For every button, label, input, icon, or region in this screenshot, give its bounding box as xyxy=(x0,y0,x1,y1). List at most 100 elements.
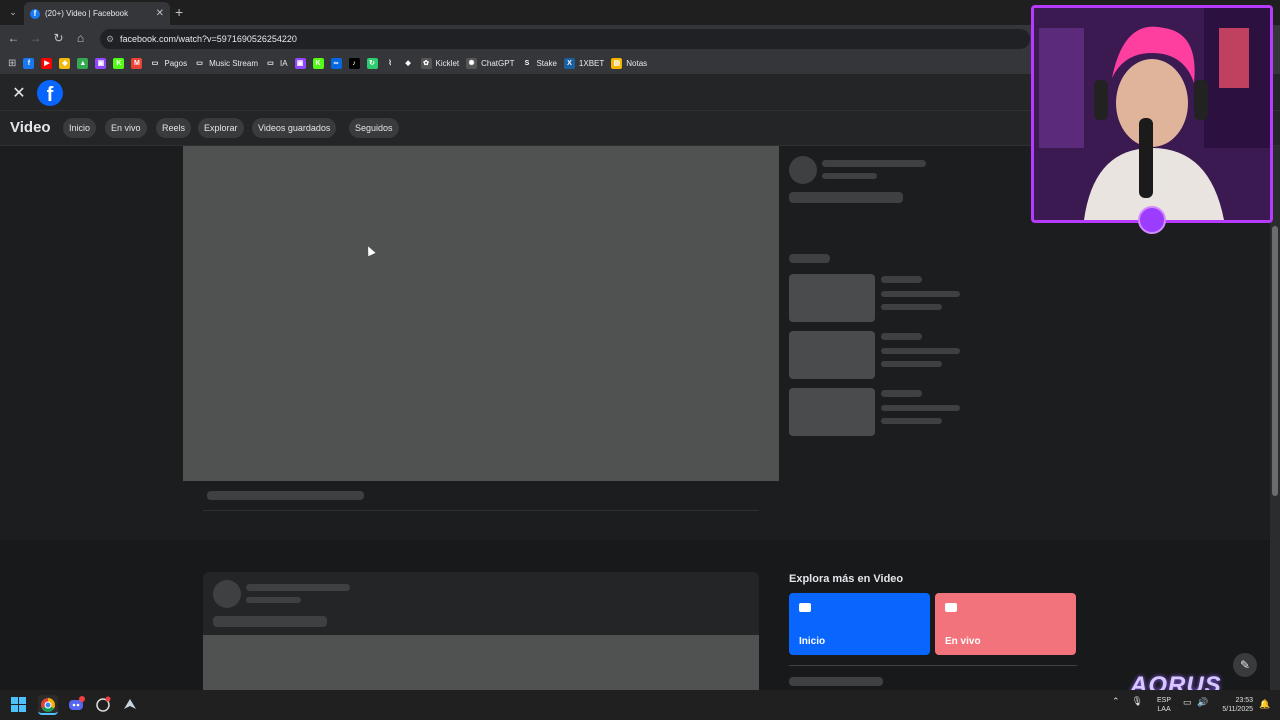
bookmark-item[interactable]: ◆ xyxy=(402,57,414,69)
bookmark-item[interactable]: ↻ xyxy=(366,57,378,69)
post-media xyxy=(203,635,759,690)
network-icon[interactable]: ▭ xyxy=(1183,697,1192,708)
bookmark-item[interactable]: ▣ xyxy=(294,57,306,69)
facebook-logo-icon[interactable]: f xyxy=(37,80,63,106)
bookmark-chatgpt[interactable]: ✺ ChatGPT xyxy=(466,57,514,69)
notification-bell-icon[interactable]: 🔔 xyxy=(1259,699,1270,710)
clock-date: 5/11/2025 xyxy=(1222,706,1253,713)
language-code: ESP xyxy=(1157,697,1172,704)
volume-icon[interactable]: 🔊 xyxy=(1197,697,1208,708)
binance-icon: ◆ xyxy=(59,57,71,69)
facebook-icon: f xyxy=(23,57,35,69)
bookmark-item[interactable]: ∞ xyxy=(330,57,342,69)
card-label: Inicio xyxy=(799,636,826,647)
bookmark-label: Music Stream xyxy=(209,58,258,68)
skeleton-line xyxy=(789,677,883,686)
drive-icon: ▲ xyxy=(77,57,89,69)
address-bar[interactable]: ⚙ facebook.com/watch?v=5971690526254220 xyxy=(100,29,1030,49)
apps-grid-icon[interactable]: ⊞ xyxy=(8,58,16,69)
bookmark-stake[interactable]: S Stake xyxy=(521,57,557,69)
stream-mascot-icon xyxy=(1138,206,1166,234)
skeleton-avatar xyxy=(789,156,817,184)
skeleton-line xyxy=(213,616,327,627)
browser-tab[interactable]: f (20+) Video | Facebook ✕ xyxy=(24,2,170,25)
video-player[interactable] xyxy=(183,146,779,481)
skeleton-line xyxy=(822,173,877,179)
home-icon[interactable]: ⌂ xyxy=(72,30,89,47)
skeleton-thumbnail xyxy=(789,331,875,379)
bookmark-item[interactable]: M xyxy=(131,57,143,69)
back-icon[interactable]: ← xyxy=(5,30,22,47)
tab-inicio[interactable]: Inicio xyxy=(63,118,97,138)
bookmark-item[interactable]: ♪ xyxy=(348,57,360,69)
taskbar-clock[interactable]: 23:53 5/11/2025 xyxy=(1215,696,1253,714)
compose-icon[interactable]: ✎ xyxy=(1233,653,1257,677)
skeleton-line xyxy=(881,361,942,367)
tab-title: (20+) Video | Facebook xyxy=(45,9,129,18)
bookmark-item[interactable]: ▶ xyxy=(41,57,53,69)
skeleton-line xyxy=(881,333,922,340)
clock-time: 23:53 xyxy=(1235,697,1253,704)
tiktok-icon: ♪ xyxy=(348,57,360,69)
bookmark-item[interactable]: ⌇ xyxy=(384,57,396,69)
bookmark-notas[interactable]: ▤ Notas xyxy=(611,57,647,69)
facebook-favicon-icon: f xyxy=(30,8,40,19)
bookmark-ia[interactable]: ▭ IA xyxy=(264,57,288,69)
youtube-icon: ▶ xyxy=(41,57,53,69)
notes-icon: ▤ xyxy=(611,57,623,69)
language-indicator[interactable]: ESP LAA xyxy=(1157,696,1171,714)
folder-icon: ▭ xyxy=(149,57,161,69)
bookmark-item[interactable]: ▲ xyxy=(77,57,89,69)
bookmark-kicklet[interactable]: ✿ Kicklet xyxy=(420,57,459,69)
bookmark-pagos[interactable]: ▭ Pagos xyxy=(149,57,188,69)
reload-icon[interactable]: ↻ xyxy=(50,30,67,47)
chrome-taskbar-icon[interactable] xyxy=(38,695,58,715)
skeleton-line xyxy=(881,390,922,397)
bookmark-item[interactable]: K xyxy=(312,57,324,69)
bookmark-music-stream[interactable]: ▭ Music Stream xyxy=(194,57,258,69)
bookmark-item[interactable]: ▣ xyxy=(95,57,107,69)
site-info-icon[interactable]: ⚙ xyxy=(106,34,114,45)
tab-videos-guardados[interactable]: Videos guardados xyxy=(252,118,337,138)
steam-taskbar-icon[interactable] xyxy=(120,695,140,715)
bookmark-item[interactable]: K xyxy=(113,57,125,69)
live-camera-icon xyxy=(945,603,957,612)
new-tab-icon[interactable]: + xyxy=(175,4,183,20)
url-text: facebook.com/watch?v=5971690526254220 xyxy=(120,34,297,44)
discord-taskbar-icon[interactable] xyxy=(66,695,86,715)
folder-icon: ▭ xyxy=(264,57,276,69)
bookmark-label: 1XBET xyxy=(578,58,605,68)
meta-icon: ∞ xyxy=(330,57,342,69)
skeleton-line xyxy=(881,418,942,424)
diamond-icon: ◆ xyxy=(402,57,414,69)
chevron-up-icon[interactable]: ⌃ xyxy=(1112,696,1120,707)
microphone-icon[interactable]: 🎙 xyxy=(1132,696,1143,707)
windows-start-icon[interactable] xyxy=(11,697,27,713)
tab-reels[interactable]: Reels xyxy=(156,118,192,138)
skeleton-avatar xyxy=(213,580,241,608)
twitch-icon: ▣ xyxy=(294,57,306,69)
bookmark-1xbet[interactable]: X 1XBET xyxy=(563,57,605,69)
tab-search-icon[interactable]: ⌄ xyxy=(6,5,20,19)
tab-explorar[interactable]: Explorar xyxy=(198,118,244,138)
scrollbar-thumb[interactable] xyxy=(1272,226,1278,496)
close-icon[interactable]: ✕ xyxy=(8,83,30,105)
bookmark-item[interactable]: f xyxy=(23,57,35,69)
video-play-icon xyxy=(799,603,811,612)
forward-icon[interactable]: → xyxy=(27,30,44,47)
keyboard-layout: LAA xyxy=(1157,706,1171,713)
app-taskbar-icon[interactable] xyxy=(93,695,113,715)
bookmark-item[interactable]: ◆ xyxy=(59,57,71,69)
close-tab-icon[interactable]: ✕ xyxy=(156,8,164,19)
tab-en-vivo[interactable]: En vivo xyxy=(105,118,147,138)
explore-card-inicio[interactable]: Inicio xyxy=(789,593,930,655)
skeleton-line xyxy=(881,304,942,310)
1xbet-icon: X xyxy=(563,57,575,69)
chatgpt-icon: ✺ xyxy=(466,57,478,69)
bookmark-label: Pagos xyxy=(164,58,188,68)
tab-seguidos[interactable]: Seguidos xyxy=(349,118,399,138)
skeleton-line xyxy=(789,254,830,263)
refresh-app-icon: ↻ xyxy=(366,57,378,69)
tool-icon: ⌇ xyxy=(384,57,396,69)
explore-card-en-vivo[interactable]: En vivo xyxy=(935,593,1076,655)
